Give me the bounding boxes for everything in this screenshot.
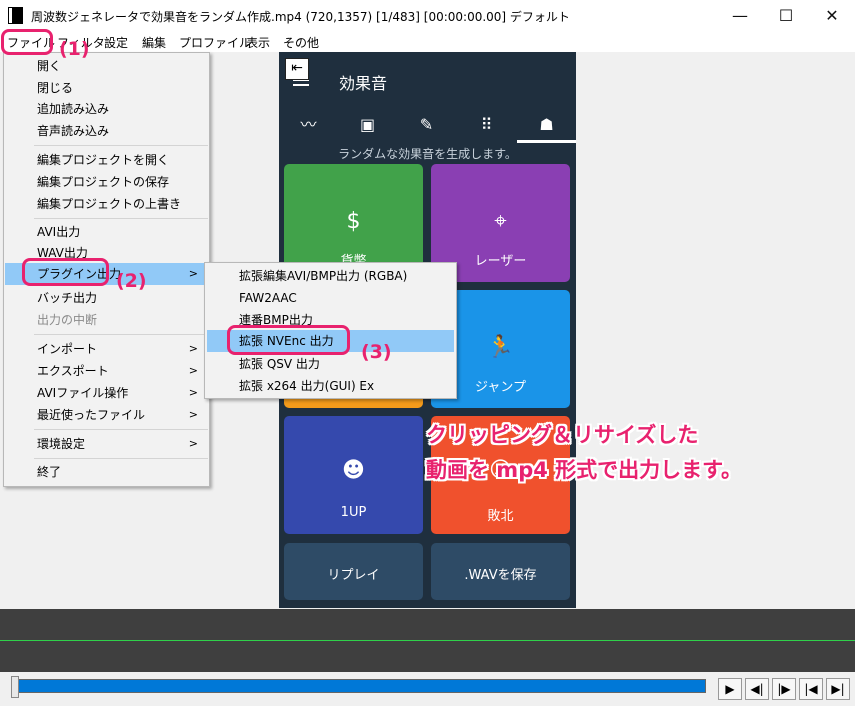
menubar: ファイル フィルタ 設定 編集 プロファイル 表示 その他 (0, 31, 855, 52)
menu-item-avi-output[interactable]: AVI出力 (5, 221, 208, 243)
minimize-button[interactable]: — (717, 0, 763, 31)
menu-item-audio-load[interactable]: 音声読み込み (5, 120, 208, 142)
replay-label: リプレイ (327, 568, 380, 583)
speaker-icon: ▣ (359, 115, 376, 134)
submenu-item-rgba-output[interactable]: 拡張編集AVI/BMP出力 (RGBA) (207, 265, 454, 287)
preview-subtitle: ランダムな効果音を生成します。 (338, 147, 517, 161)
menu-item-open[interactable]: 開く (5, 55, 208, 77)
menu-item-save-project[interactable]: 編集プロジェクトの保存 (5, 171, 208, 193)
save-wav-label: .WAVを保存 (464, 568, 537, 583)
menu-separator (34, 458, 208, 459)
go-end-button[interactable]: ▶| (826, 678, 850, 700)
menu-item-import[interactable]: インポート > (5, 338, 208, 360)
menu-item-avi-file-ops-label: AVIファイル操作 (37, 386, 129, 400)
close-button[interactable]: ✕ (809, 0, 855, 31)
effects-icon: ☗ (539, 115, 554, 134)
menu-settings[interactable]: 設定 (104, 34, 128, 51)
chevron-right-icon: > (188, 364, 198, 377)
preview-header: 効果音 (279, 52, 576, 110)
active-tab-indicator (517, 140, 576, 143)
back-icon: ⇤ (285, 58, 309, 80)
callout-box-file (1, 29, 53, 55)
menu-item-batch-output[interactable]: バッチ出力 (5, 287, 208, 309)
submenu-item-x264-output[interactable]: 拡張 x264 出力(GUI) Ex (207, 375, 454, 397)
note-line2: 動画を mp4 形式で出力します。 (426, 458, 743, 482)
menu-edit[interactable]: 編集 (142, 34, 166, 51)
menu-item-preferences-label: 環境設定 (37, 437, 86, 451)
menu-separator (34, 218, 208, 219)
callout-step1: (1) (59, 38, 90, 60)
menu-item-avi-file-ops[interactable]: AVIファイル操作 > (5, 382, 208, 404)
menu-item-recent-files[interactable]: 最近使ったファイル > (5, 404, 208, 426)
callout-box-plugin (22, 258, 109, 286)
preview-tabs: 〰 ▣ ✎ ⠿ ☗ (279, 110, 576, 142)
menu-item-open-project[interactable]: 編集プロジェクトを開く (5, 149, 208, 171)
coin-icon: $ (346, 209, 361, 234)
preview-title: 効果音 (339, 74, 388, 93)
menu-item-close[interactable]: 閉じる (5, 77, 208, 99)
defeat-label: 敗北 (487, 509, 514, 524)
note-line1: クリッピング＆リサイズした (426, 423, 699, 447)
mute-icon: ✎ (419, 115, 434, 134)
menu-item-abort-output: 出力の中断 (37, 313, 98, 327)
window-titlebar: 周波数ジェネレータで効果音をランダム作成.mp4 (720,1357) [1/4… (0, 0, 855, 31)
mushroom-icon: ☻ (342, 458, 365, 483)
callout-step3: (3) (361, 341, 392, 363)
chevron-right-icon: > (188, 342, 198, 355)
menu-item-exit[interactable]: 終了 (5, 461, 208, 483)
callout-box-nvenc (227, 325, 350, 355)
chevron-right-icon: > (188, 267, 198, 280)
chevron-right-icon: > (188, 386, 198, 399)
app-icon (8, 7, 23, 24)
menu-separator (34, 334, 208, 335)
go-start-button[interactable]: |◀ (799, 678, 823, 700)
menu-item-recent-files-label: 最近使ったファイル (37, 408, 146, 422)
oneup-tile: ☻ 1UP (284, 416, 423, 534)
menu-separator (34, 429, 208, 430)
replay-tile: リプレイ (284, 543, 423, 600)
crosshair-icon: ⌖ (494, 209, 507, 234)
menu-item-preferences[interactable]: 環境設定 > (5, 433, 208, 455)
seek-thumb[interactable] (11, 676, 19, 698)
maximize-button[interactable]: ☐ (763, 0, 809, 31)
play-button[interactable]: ▶ (718, 678, 742, 700)
menu-item-export-label: エクスポート (37, 364, 109, 378)
menu-view[interactable]: 表示 (246, 34, 270, 51)
next-frame-button[interactable]: |▶ (772, 678, 796, 700)
wave-icon: 〰 (300, 115, 317, 134)
menu-separator (34, 145, 208, 146)
menu-other[interactable]: その他 (283, 34, 319, 51)
menu-profile[interactable]: プロファイル (179, 34, 251, 51)
chevron-right-icon: > (188, 437, 198, 450)
menu-item-overwrite-project[interactable]: 編集プロジェクトの上書き (5, 193, 208, 215)
save-wav-tile: .WAVを保存 (431, 543, 570, 600)
menu-item-add-load[interactable]: 追加読み込み (5, 98, 208, 120)
oneup-label: 1UP (340, 505, 367, 520)
menu-item-export[interactable]: エクスポート > (5, 360, 208, 382)
window-title: 周波数ジェネレータで効果音をランダム作成.mp4 (720,1357) [1/4… (31, 10, 570, 24)
chevron-right-icon: > (188, 408, 198, 421)
callout-step2: (2) (116, 270, 147, 292)
menu-item-import-label: インポート (37, 342, 98, 356)
seek-bar[interactable] (18, 679, 706, 693)
prev-frame-button[interactable]: ◀| (745, 678, 769, 700)
submenu-item-qsv-output[interactable]: 拡張 QSV 出力 (207, 353, 454, 375)
submenu-item-faw2aac[interactable]: FAW2AAC (207, 287, 454, 309)
keypad-icon: ⠿ (480, 115, 493, 134)
timeline-marker-line (0, 640, 855, 641)
